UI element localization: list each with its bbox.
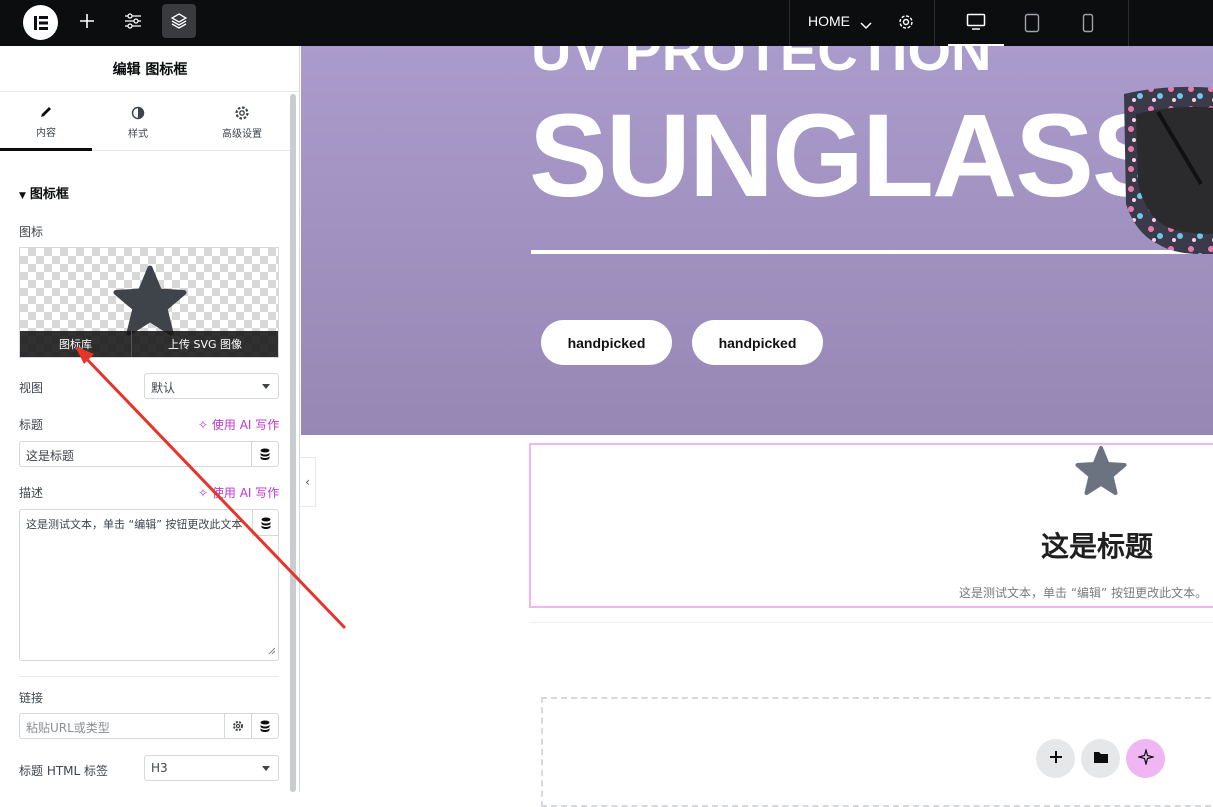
annotation-arrow <box>75 346 347 630</box>
